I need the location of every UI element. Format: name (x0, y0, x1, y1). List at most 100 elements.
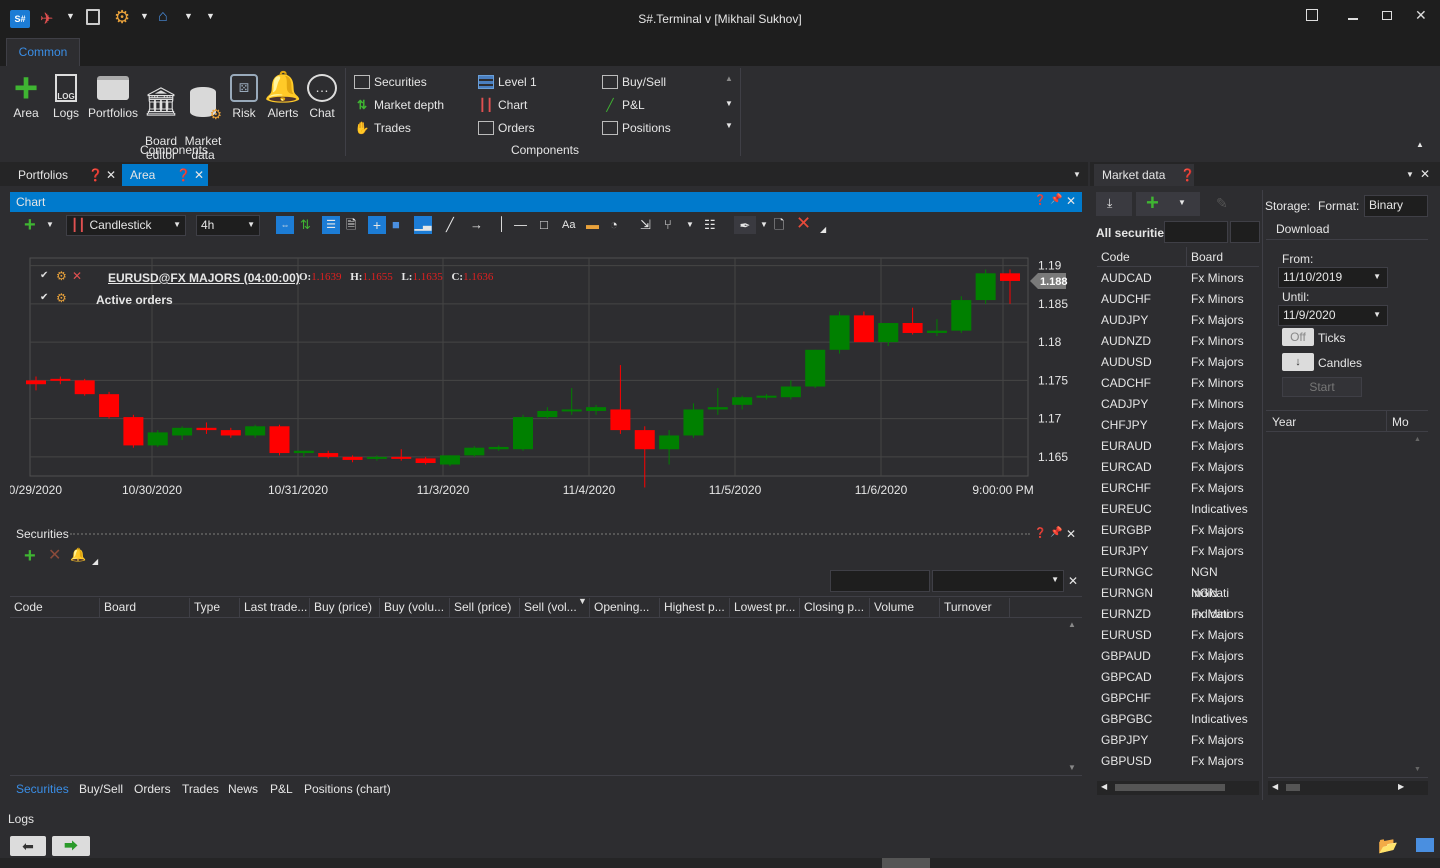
crosshair-icon[interactable]: + (368, 216, 386, 234)
table-row[interactable]: AUDCAD Fx Minors (1097, 268, 1259, 289)
horizontal-scrollbar-2[interactable]: ◀ ▶ (1268, 781, 1428, 795)
column-header[interactable]: Last trade... (240, 598, 310, 618)
gauge-icon[interactable]: ◔ (610, 215, 618, 235)
mail-icon[interactable] (1416, 838, 1434, 852)
until-date-picker[interactable]: 11/9/2020 ▼ (1278, 305, 1388, 326)
alert-bell-icon[interactable]: 🔔 (70, 545, 86, 565)
scroll-up-icon[interactable]: ▲ (1068, 620, 1076, 629)
table-row[interactable]: EURCAD Fx Majors (1097, 457, 1259, 478)
risk-button[interactable]: ⚄ Risk (224, 70, 264, 120)
alerts-button[interactable]: 🔔 Alerts (264, 70, 302, 121)
scroll-down-icon[interactable]: ▼ (1414, 766, 1421, 773)
scroll-up-icon[interactable]: ▲ (1414, 436, 1421, 443)
tab-portfolios[interactable]: Portfolios ❓ ✕ (10, 164, 122, 186)
edit-pencil-icon[interactable]: ✎ (1216, 195, 1228, 212)
ticks-toggle[interactable]: Off (1282, 328, 1314, 346)
export-icon[interactable]: ⇲ (640, 215, 651, 235)
table-row[interactable]: EURJPY Fx Majors (1097, 541, 1259, 562)
component-orders[interactable]: Orders (478, 121, 535, 135)
ray-arrow-icon[interactable]: → (470, 215, 483, 235)
collapse-ribbon-icon[interactable]: ▲ (1416, 140, 1424, 149)
filter-select[interactable]: ▼ (932, 570, 1064, 592)
list-icon[interactable]: ☰ (322, 216, 340, 234)
component-pnl[interactable]: ╱ P&L (602, 98, 644, 112)
share-icon[interactable]: ⑂ (664, 215, 672, 235)
table-row[interactable]: EURUSD Fx Majors (1097, 625, 1259, 646)
column-header[interactable]: Type (190, 598, 240, 618)
start-button[interactable]: Start (1282, 377, 1362, 397)
add-security-icon[interactable]: + (24, 546, 36, 566)
table-row[interactable]: GBPGBC Indicatives (1097, 709, 1259, 730)
table-row[interactable]: GBPAUD Fx Majors (1097, 646, 1259, 667)
orders-settings-gear-icon[interactable]: ⚙ (56, 291, 67, 305)
overflow-icon[interactable]: ◢ (92, 552, 98, 572)
table-row[interactable]: CHFJPY Fx Majors (1097, 415, 1259, 436)
vertical-line-icon[interactable]: │ (498, 214, 506, 234)
series-visible-checkbox[interactable]: ✔ (40, 270, 48, 281)
candles-toggle[interactable]: ↓ (1282, 353, 1314, 371)
help-icon[interactable]: ❓ (1180, 164, 1195, 186)
component-chart[interactable]: ┃┃ Chart (478, 98, 528, 112)
ruler-icon[interactable]: ▬ (586, 215, 599, 235)
bottom-tab[interactable]: P&L (270, 782, 293, 796)
scrollbar-thumb[interactable] (1115, 784, 1225, 791)
bottom-tab[interactable]: Trades (182, 782, 219, 796)
volume-profile-icon[interactable]: ▁▃ (414, 216, 432, 234)
table-row[interactable]: GBPCAD Fx Majors (1097, 667, 1259, 688)
year-table-body[interactable] (1268, 432, 1428, 778)
help-icon[interactable]: ⌂ (158, 8, 168, 26)
clear-filter-icon[interactable]: ✕ (1068, 574, 1078, 588)
column-header[interactable]: Closing p... (800, 598, 870, 618)
app-logo[interactable]: S# (10, 10, 30, 28)
tab-list-dropdown-icon[interactable]: ▼ (1073, 170, 1081, 179)
table-row[interactable]: AUDJPY Fx Majors (1097, 310, 1259, 331)
bottom-tab[interactable]: News (228, 782, 258, 796)
splitter[interactable] (1262, 190, 1263, 800)
help-icon[interactable]: ❓ (88, 164, 103, 186)
close-icon[interactable]: ✕ (1066, 194, 1076, 208)
download-tray-button[interactable]: ⤓ (1096, 192, 1132, 216)
board-filter-input[interactable] (1230, 221, 1260, 243)
scroll-left-icon[interactable]: ◀ (1272, 782, 1278, 791)
column-header[interactable]: Code (10, 598, 100, 618)
from-date-picker[interactable]: 11/10/2019 ▼ (1278, 267, 1388, 288)
series-settings-gear-icon[interactable]: ⚙ (56, 269, 67, 283)
close-icon[interactable]: ✕ (1066, 527, 1076, 541)
component-securities[interactable]: Securities (354, 75, 427, 89)
dropdown-arrow-icon[interactable]: ▼ (760, 215, 768, 235)
remove-security-icon[interactable]: ✕ (48, 546, 61, 566)
settings-gear-icon[interactable]: ⚙ (114, 7, 130, 28)
table-row[interactable]: CADJPY Fx Minors (1097, 394, 1259, 415)
document-icon[interactable]: 🗎 (346, 215, 356, 235)
help-icon[interactable]: ❓ (176, 164, 191, 186)
table-row[interactable]: GBPJPY Fx Majors (1097, 730, 1259, 751)
bottom-tab[interactable]: Orders (134, 782, 171, 796)
close-icon[interactable]: ✕ (106, 164, 116, 186)
forward-button[interactable]: ⮕ (52, 836, 90, 856)
table-row[interactable]: EURNZD Fx Minors (1097, 604, 1259, 625)
column-header[interactable]: Board (100, 598, 190, 618)
column-header[interactable]: Sell (price) (450, 598, 520, 618)
table-row[interactable]: GBPCHF Fx Majors (1097, 688, 1259, 709)
rectangle-icon[interactable]: □ (540, 215, 548, 235)
crosshair-sync-icon[interactable]: ⇔ (276, 216, 294, 234)
table-row[interactable]: AUDNZD Fx Minors (1097, 331, 1259, 352)
gallery-scroll-down-icon[interactable]: ▼ (725, 99, 733, 108)
dropdown-arrow-icon[interactable]: ▼ (184, 11, 193, 21)
column-header[interactable]: Opening... (590, 598, 660, 618)
connect-icon[interactable]: ✈ (40, 9, 53, 29)
table-row[interactable]: EURGBP Fx Majors (1097, 520, 1259, 541)
market-data-button[interactable]: ⚙ Market data (182, 70, 224, 176)
close-icon[interactable]: ✕ (194, 164, 204, 186)
open-folder-icon[interactable]: 📂 (1378, 836, 1398, 856)
customize-arrow-icon[interactable]: ▼ (206, 11, 215, 21)
trend-line-icon[interactable]: ╱ (446, 215, 454, 235)
column-header[interactable]: Lowest pr... (730, 598, 800, 618)
text-annotation-icon[interactable]: Aa (562, 215, 575, 235)
overflow-icon[interactable]: ◢ (820, 220, 826, 240)
help-icon[interactable]: ❓ (1034, 528, 1046, 539)
bottom-tab[interactable]: Positions (chart) (304, 782, 391, 796)
table-row[interactable]: EURNGC NGN Indicati (1097, 562, 1259, 600)
delete-icon[interactable]: ✕ (796, 213, 811, 233)
board-editor-button[interactable]: 🏛 Board editor (140, 70, 182, 176)
